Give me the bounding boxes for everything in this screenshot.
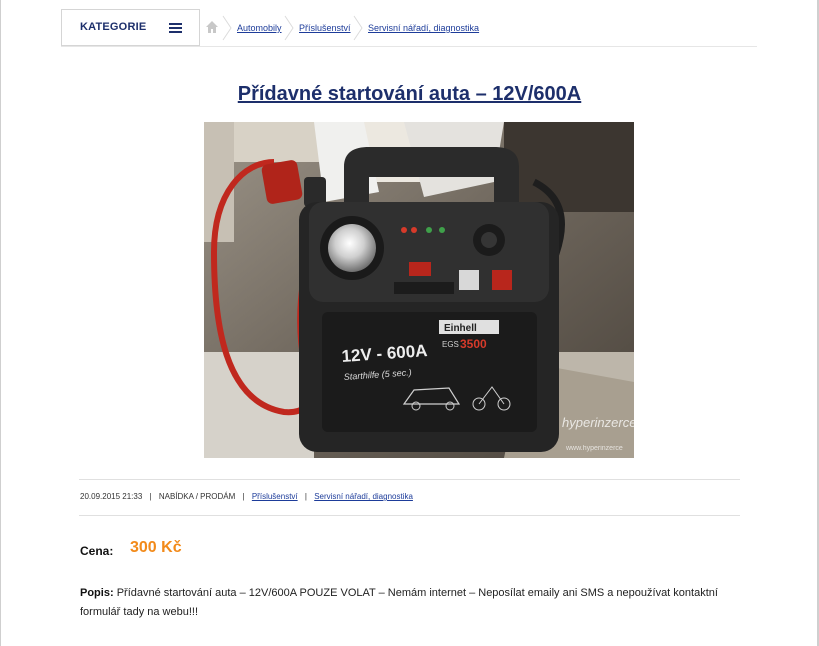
meta-separator: | — [304, 492, 307, 501]
home-icon[interactable] — [205, 20, 219, 34]
breadcrumb-link-prislusenstvi[interactable]: Příslušenství — [299, 23, 351, 33]
top-navigation-bar: KATEGORIE Automobily Příslušenství Servi… — [61, 9, 757, 47]
hamburger-menu-icon — [169, 23, 182, 33]
category-link-prislusenstvi[interactable]: Příslušenství — [252, 492, 298, 501]
categories-button[interactable]: KATEGORIE — [61, 9, 200, 46]
listing-title[interactable]: Přídavné startování auta – 12V/600A — [0, 83, 819, 106]
breadcrumb-separator-icon — [222, 15, 232, 41]
description-label: Popis: — [80, 587, 114, 599]
categories-label: KATEGORIE — [80, 21, 147, 33]
divider — [79, 515, 740, 516]
meta-separator: | — [149, 492, 152, 501]
description-text: Přídavné startování auta – 12V/600A POUZ… — [80, 587, 718, 618]
breadcrumb-link-servisni-naradi[interactable]: Servisní nářadí, diagnostika — [368, 23, 479, 33]
divider — [79, 479, 740, 480]
watermark-text: hyperinzerce — [562, 415, 634, 430]
jump-starter-image: 12V - 600A Starthilfe (5 sec.) Einhell E… — [204, 122, 634, 458]
model-prefix: EGS — [442, 340, 459, 349]
listing-type: NABÍDKA / PRODÁM — [158, 492, 236, 501]
meta-separator: | — [242, 492, 245, 501]
model-number: 3500 — [460, 337, 487, 351]
product-photo[interactable]: 12V - 600A Starthilfe (5 sec.) Einhell E… — [204, 122, 634, 458]
price-label: Cena: — [80, 544, 114, 558]
breadcrumb-separator-icon — [284, 15, 294, 41]
brand-logo: Einhell — [444, 323, 477, 334]
watermark-url: www.hyperinzerce — [565, 445, 623, 452]
listing-date: 20.09.2015 21:33 — [80, 492, 143, 501]
listing-meta: 20.09.2015 21:33 | NABÍDKA / PRODÁM | Př… — [80, 492, 413, 501]
listing-description: Popis: Přídavné startování auta – 12V/60… — [80, 584, 720, 622]
category-link-servisni-naradi[interactable]: Servisní nářadí, diagnostika — [314, 492, 413, 501]
price-value: 300 Kč — [130, 539, 182, 556]
breadcrumb-link-automobily[interactable]: Automobily — [237, 23, 282, 33]
breadcrumb-separator-icon — [353, 15, 363, 41]
price-row: Cena: 300 Kč — [80, 539, 182, 560]
